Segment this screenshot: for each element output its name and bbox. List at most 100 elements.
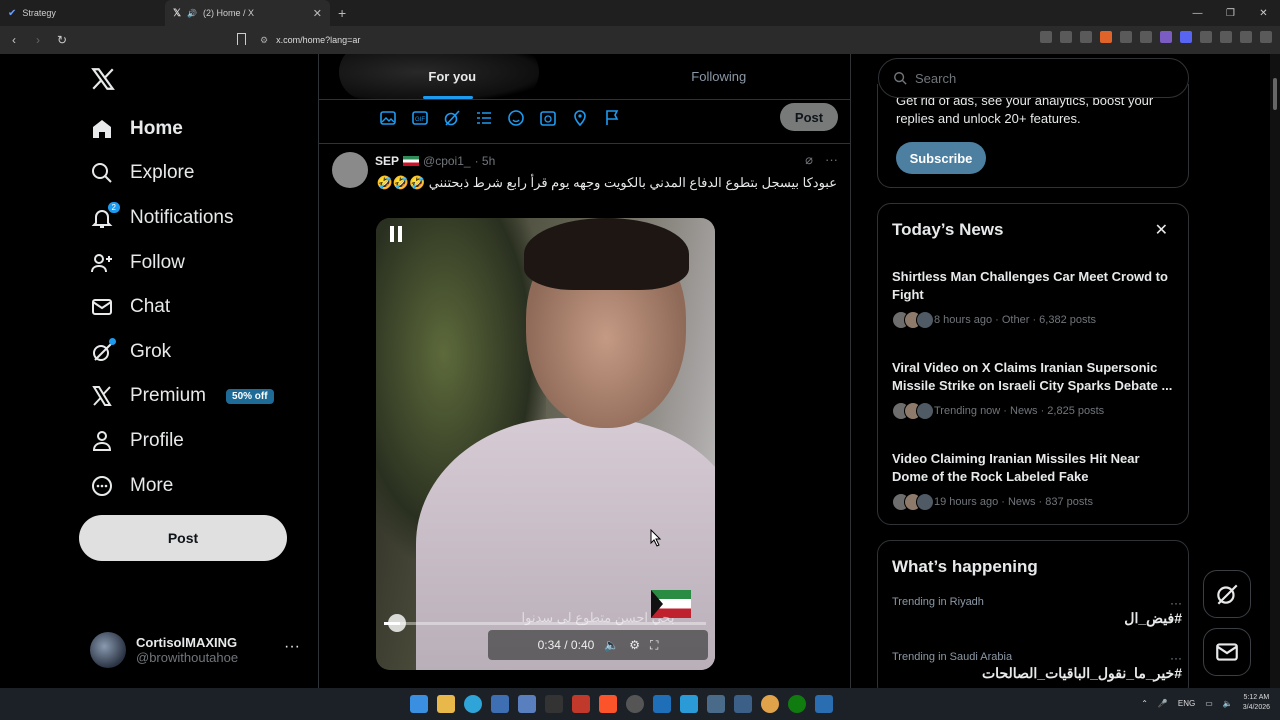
tab-for-you[interactable]: For you [319,54,586,99]
gif-icon[interactable]: GIF [411,109,429,127]
trend-item[interactable]: Trending in Riyadh ··· #فيض_ال [892,596,1182,627]
volume-icon[interactable]: 🔈 [1223,699,1233,708]
more-icon[interactable]: ··· [1170,651,1182,665]
location-icon[interactable] [571,109,589,127]
extension-icon[interactable] [1180,31,1192,43]
site-info-icon[interactable]: ⚙ [260,35,268,46]
grok-icon[interactable]: ⌀ [805,152,813,168]
start-icon[interactable] [410,695,428,713]
app-icon[interactable] [491,695,509,713]
news-item[interactable]: Shirtless Man Challenges Car Meet Crowd … [892,268,1178,329]
news-item[interactable]: Video Claiming Iranian Missiles Hit Near… [892,450,1178,511]
search-input[interactable]: Search [878,58,1189,98]
app-icon[interactable] [707,695,725,713]
network-icon[interactable]: ▭ [1205,699,1213,708]
news-item[interactable]: Viral Video on X Claims Iranian Superson… [892,359,1178,420]
image-icon[interactable] [379,109,397,127]
tweet-avatar[interactable] [332,152,368,188]
share-icon[interactable] [1080,31,1092,43]
url-field[interactable]: ⚙ x.com/home?lang=ar [256,30,981,50]
flag-icon[interactable] [603,109,621,127]
fullscreen-icon[interactable]: ⛶ [650,638,658,653]
nav-notifications[interactable]: 2 Notifications [90,200,234,236]
app-icon[interactable] [626,695,644,713]
extension-icon[interactable] [1160,31,1172,43]
close-window-button[interactable]: ✕ [1247,0,1280,26]
x-logo-icon[interactable] [90,66,116,92]
nav-home[interactable]: Home [90,111,183,147]
back-button[interactable]: ‹ [4,30,24,50]
page-scrollbar[interactable] [1270,54,1280,688]
nav-explore[interactable]: Explore [90,155,194,191]
tweet-author-handle[interactable]: @cpoi1_ [423,154,471,168]
minimize-button[interactable]: — [1181,0,1214,26]
brave-icon[interactable] [599,695,617,713]
sidebar-icon[interactable] [1220,31,1232,43]
avatar-stack [892,402,934,420]
close-tab-icon[interactable]: ✕ [313,7,322,20]
forward-button[interactable]: › [28,30,48,50]
new-tab-button[interactable]: + [338,5,346,21]
app-icon[interactable] [734,695,752,713]
tweet-time[interactable]: · 5h [475,154,496,168]
more-icon[interactable]: ··· [284,638,300,656]
extension-icon[interactable] [1120,31,1132,43]
cast-icon[interactable] [1060,31,1072,43]
nav-grok[interactable]: Grok [90,334,171,370]
nav-profile[interactable]: Profile [90,423,184,459]
puzzle-icon[interactable] [1200,31,1212,43]
post-button[interactable]: Post [79,515,287,561]
browser-tab[interactable]: ✔ Strategy [0,0,165,26]
video-scrubber-handle[interactable] [388,614,406,632]
browser-tab-active[interactable]: 𝕏 🔊 (2) Home / X ✕ [165,0,330,26]
messages-fab-button[interactable] [1203,628,1251,676]
more-icon[interactable]: ··· [1170,596,1182,610]
grok-fab-button[interactable] [1203,570,1251,618]
tab-title: Strategy [22,8,56,18]
chevron-up-icon[interactable]: ⌃ [1141,699,1148,708]
reload-button[interactable]: ↻ [52,30,72,50]
clock[interactable]: 5:12 AM 3/4/2026 [1243,693,1270,713]
nav-chat[interactable]: Chat [90,289,170,325]
zoom-icon[interactable] [1040,31,1052,43]
close-icon[interactable]: ✕ [1155,220,1168,240]
account-switcher[interactable]: CortisolMAXING @browithoutahoe ··· [90,630,300,670]
poll-icon[interactable] [475,109,493,127]
language-indicator[interactable]: ENG [1178,699,1195,708]
music-icon[interactable] [1240,31,1252,43]
grok-icon[interactable] [443,109,461,127]
brave-shield-icon[interactable] [1100,31,1112,43]
tweet-author-name[interactable]: SEP [375,154,399,168]
tweet[interactable]: SEP @cpoi1_ · 5h ⌀ ··· عبودكا بيسجل بتطو… [319,144,850,688]
tab-following[interactable]: Following [586,54,851,99]
bookmark-icon[interactable] [237,33,246,45]
settings-icon[interactable]: ⚙ [629,638,640,652]
trend-item[interactable]: Trending in Saudi Arabia ··· #خير_ما_نقو… [892,651,1182,682]
edge-icon[interactable] [464,695,482,713]
pause-icon[interactable] [390,226,404,242]
app-icon[interactable] [761,695,779,713]
nav-premium[interactable]: Premium 50% off [90,378,274,414]
mic-icon[interactable]: 🎤 [1158,699,1168,708]
scrollbar-thumb[interactable] [1273,78,1277,110]
schedule-icon[interactable] [539,109,557,127]
emoji-icon[interactable] [507,109,525,127]
app-icon[interactable] [572,695,590,713]
more-icon[interactable]: ··· [825,152,838,168]
file-explorer-icon[interactable] [437,695,455,713]
extension-icon[interactable] [1140,31,1152,43]
app-icon[interactable] [815,695,833,713]
composer-post-button[interactable]: Post [780,103,838,131]
xbox-icon[interactable] [788,695,806,713]
app-icon[interactable] [518,695,536,713]
terminal-icon[interactable] [545,695,563,713]
vscode-icon[interactable] [680,695,698,713]
volume-icon[interactable]: 🔈 [604,638,619,652]
video-player[interactable]: 0:34 / 0:40 🔈 ⚙ ⛶ بحي احسن متطوع لى سدنو… [376,218,715,670]
nav-follow[interactable]: Follow [90,245,185,281]
subscribe-button[interactable]: Subscribe [896,142,986,174]
app-icon[interactable] [653,695,671,713]
maximize-button[interactable]: ❐ [1214,0,1247,26]
menu-icon[interactable] [1260,31,1272,43]
nav-more[interactable]: More [90,468,173,504]
